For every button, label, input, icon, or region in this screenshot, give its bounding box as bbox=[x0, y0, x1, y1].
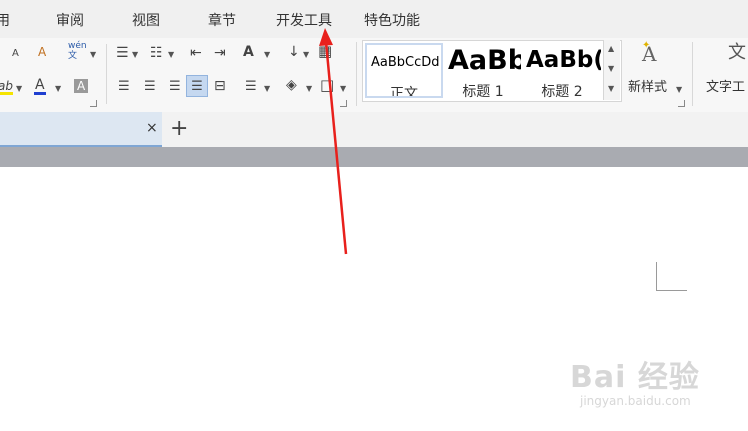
watermark: Bai 经验 jingyan.baidu.com bbox=[570, 352, 700, 408]
annotation-arrow-line bbox=[324, 41, 348, 255]
annotation-arrow-head bbox=[319, 28, 333, 46]
watermark-logo: Bai 经验 bbox=[570, 360, 700, 395]
watermark-url: jingyan.baidu.com bbox=[580, 394, 691, 408]
